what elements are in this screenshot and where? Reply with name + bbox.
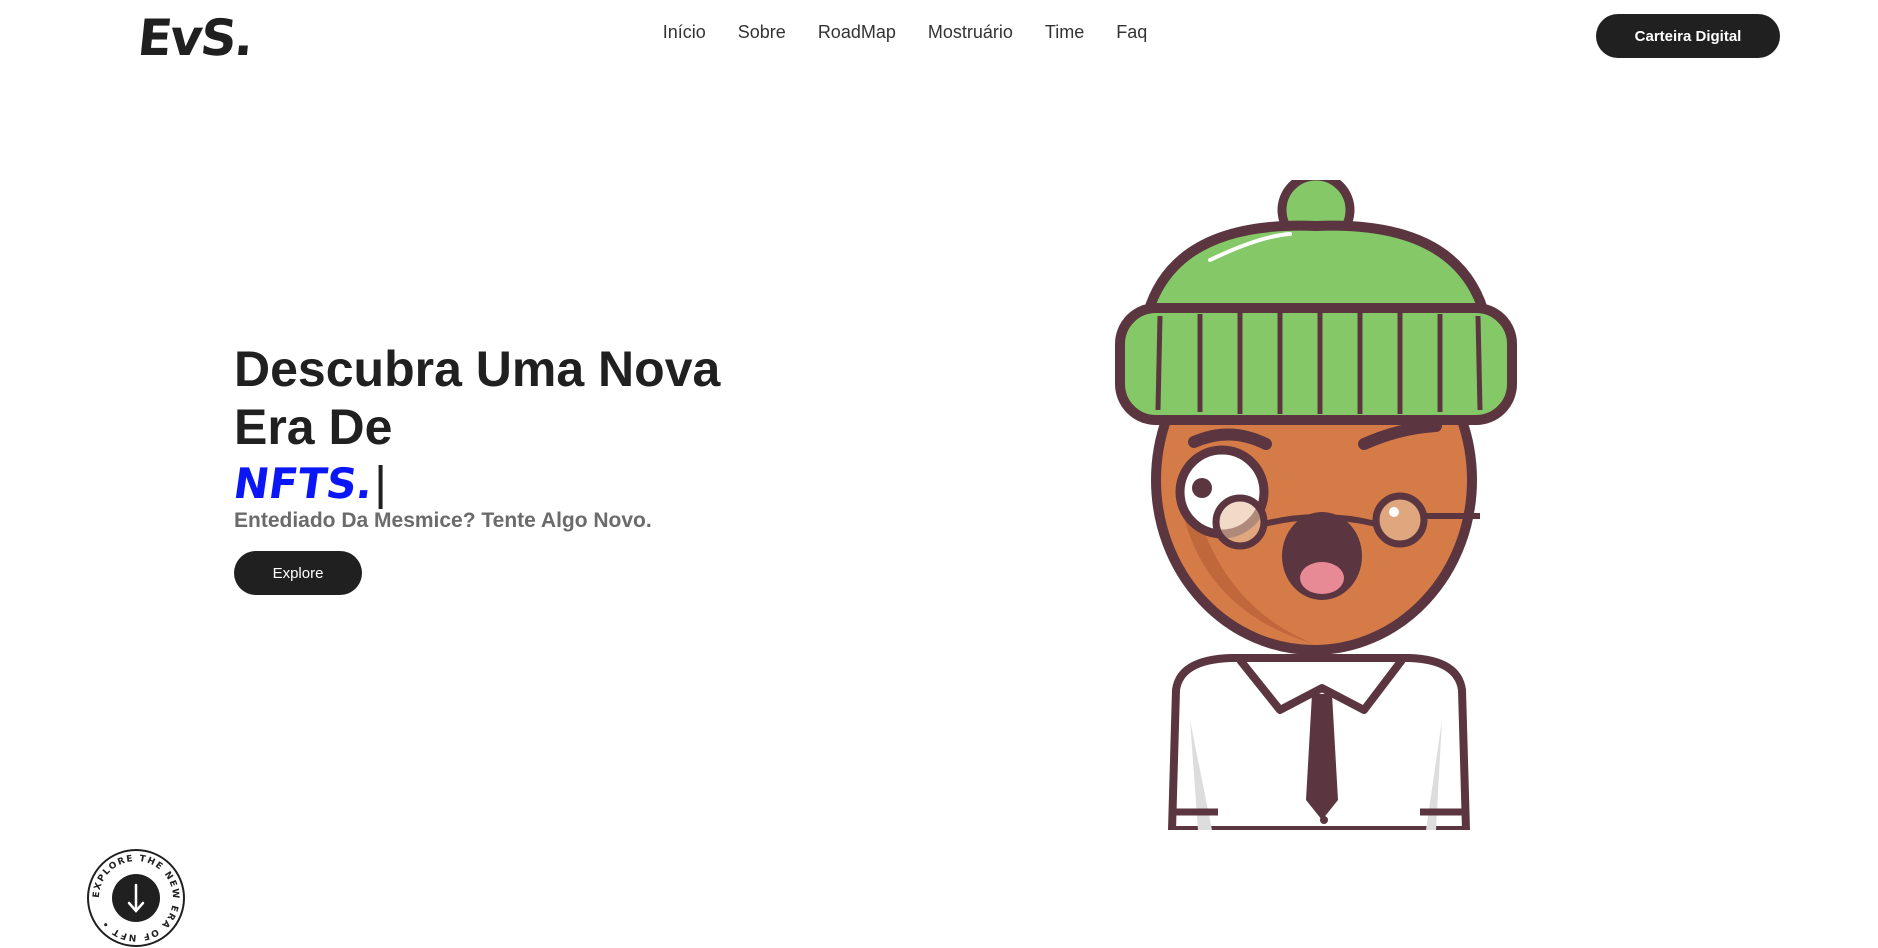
wallet-button[interactable]: Carteira Digital <box>1596 14 1780 58</box>
hero-subtitle: Entediado Da Mesmice? Tente Algo Novo. <box>234 509 652 532</box>
character-illustration <box>1115 180 1517 830</box>
nav-faq[interactable]: Faq <box>1116 22 1147 43</box>
typed-word: NFTS. <box>230 459 377 508</box>
typed-text: NFTS. <box>230 458 386 510</box>
typing-cursor <box>378 464 383 509</box>
hero-title-line1: Descubra Uma Nova <box>234 341 721 397</box>
hero-title: Descubra Uma Nova Era De <box>234 340 720 456</box>
nav-mostruario[interactable]: Mostruário <box>928 22 1013 43</box>
nav-time[interactable]: Time <box>1045 22 1084 43</box>
explore-button[interactable]: Explore <box>234 551 362 595</box>
nav-roadmap[interactable]: RoadMap <box>818 22 896 43</box>
beanie <box>1115 180 1517 425</box>
shirt <box>1167 654 1471 830</box>
nav-sobre[interactable]: Sobre <box>738 22 786 43</box>
nav-inicio[interactable]: Início <box>663 22 706 43</box>
explore-badge[interactable]: EXPLORE THE NEW ERA OF NFT • <box>86 848 186 948</box>
main-nav: Início Sobre RoadMap Mostruário Time Faq <box>0 22 1810 43</box>
hero-title-line2: Era De <box>234 399 393 455</box>
